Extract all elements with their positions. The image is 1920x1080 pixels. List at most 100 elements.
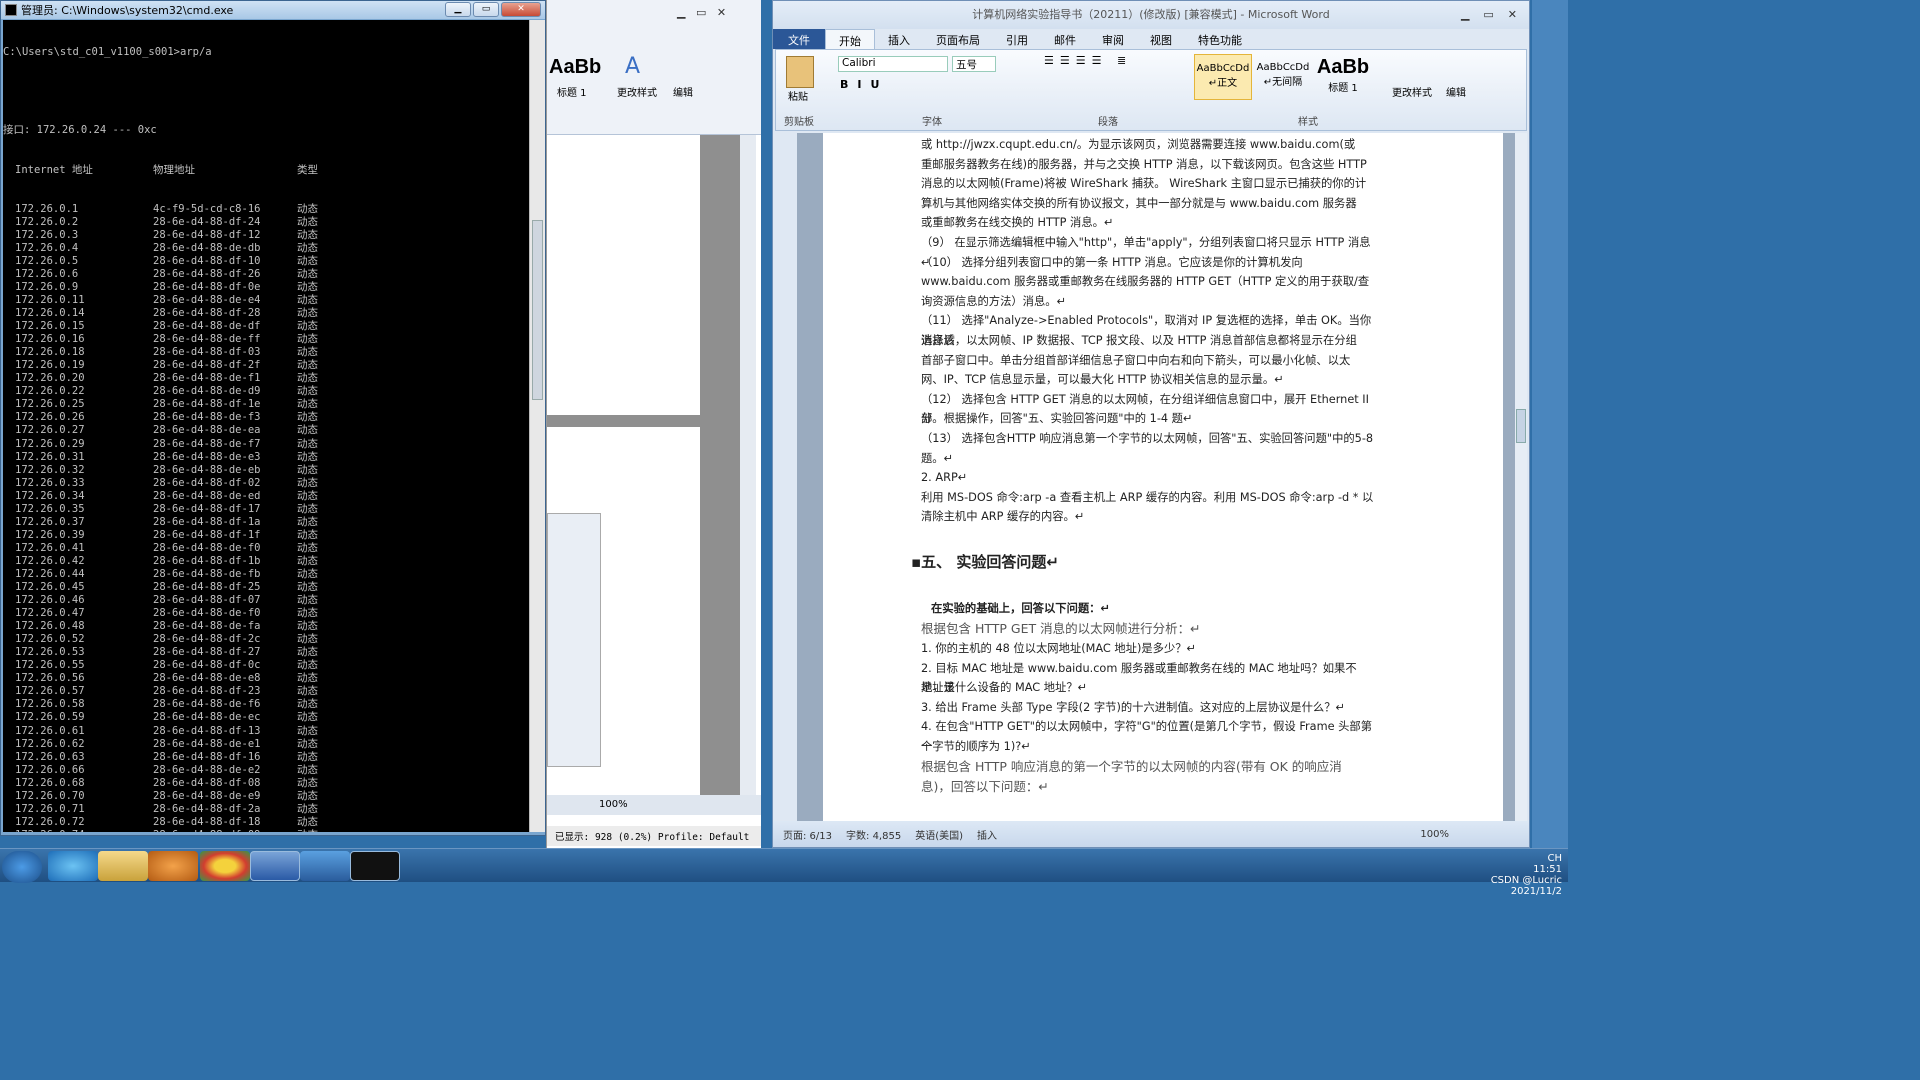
- tab-references[interactable]: 引用: [993, 29, 1041, 49]
- tab-home[interactable]: 开始: [825, 29, 875, 49]
- paste-icon[interactable]: [786, 56, 814, 88]
- tab-review[interactable]: 审阅: [1089, 29, 1137, 49]
- minimize-button[interactable]: ▁: [445, 2, 471, 17]
- document-page[interactable]: 或 http://jwzx.cqupt.edu.cn/。为显示该网页，浏览器需要…: [823, 133, 1503, 823]
- font-name-select[interactable]: Calibri: [838, 56, 948, 72]
- arp-row: 172.26.0.39 28-6e-d4-88-df-1f 动态: [15, 528, 318, 541]
- cmd-prompt: C:\Users\std_c01_v1100_s001>arp/a: [3, 46, 212, 59]
- close-button[interactable]: ✕: [501, 2, 541, 17]
- maximize-button[interactable]: ▭: [473, 2, 499, 17]
- arp-row: 172.26.0.5 28-6e-d4-88-df-10 动态: [15, 254, 318, 267]
- explorer-icon[interactable]: [98, 851, 148, 881]
- zoom-level[interactable]: 100%: [1420, 829, 1449, 840]
- arp-row: 172.26.0.62 28-6e-d4-88-de-e1 动态: [15, 737, 318, 750]
- window-controls[interactable]: ▁ ▭ ✕: [1461, 1, 1517, 29]
- doc-line: 2. ARP↵: [921, 471, 968, 485]
- arp-row: 172.26.0.19 28-6e-d4-88-df-2f 动态: [15, 359, 318, 372]
- chrome-icon[interactable]: [200, 851, 250, 881]
- style-name: 标题 1: [557, 88, 587, 99]
- tab-view[interactable]: 视图: [1137, 29, 1185, 49]
- tab-file[interactable]: 文件: [773, 29, 825, 49]
- arp-row: 172.26.0.63 28-6e-d4-88-df-16 动态: [15, 750, 318, 763]
- format-buttons[interactable]: BIU: [840, 78, 888, 91]
- clock-time[interactable]: 11:51: [1491, 864, 1562, 875]
- cmd-window[interactable]: 管理员: C:\Windows\system32\cmd.exe ▁ ▭ ✕ C:\…: [0, 0, 546, 836]
- doc-line: 清除主机中 ARP 缓存的内容。↵: [921, 510, 1085, 524]
- doc-line: 利用 MS-DOS 命令:arp -a 查看主机上 ARP 缓存的内容。利用 M…: [921, 490, 1374, 504]
- insert-mode[interactable]: 插入: [977, 827, 997, 842]
- system-tray: CH 11:51 CSDN @Lucric 2021/11/2: [1491, 853, 1562, 897]
- arp-row: 172.26.0.59 28-6e-d4-88-de-ec 动态: [15, 711, 318, 724]
- style-no-spacing[interactable]: AaBbCcDd ↵无间隔: [1254, 54, 1312, 100]
- change-styles-label[interactable]: 更改样式: [617, 84, 657, 99]
- paste-label[interactable]: 粘贴: [788, 88, 808, 103]
- arp-row: 172.26.0.27 28-6e-d4-88-de-ea 动态: [15, 424, 318, 437]
- edit-label[interactable]: 编辑: [673, 84, 693, 99]
- question-line: 3. 给出 Frame 头部 Type 字段(2 字节)的十六进制值。这对应的上…: [921, 700, 1345, 714]
- change-styles-icon[interactable]: A: [625, 54, 640, 79]
- ie-icon[interactable]: [48, 851, 98, 881]
- start-button[interactable]: [2, 851, 42, 883]
- arp-row: 172.26.0.33 28-6e-d4-88-df-02 动态: [15, 476, 318, 489]
- word-window[interactable]: 计算机网络实验指导书（20211）(修改版) [兼容模式] - Microsof…: [772, 0, 1530, 848]
- cmd-taskbar-icon[interactable]: [350, 851, 400, 881]
- arp-row: 172.26.0.11 28-6e-d4-88-de-e4 动态: [15, 293, 318, 306]
- arp-row: 172.26.0.46 28-6e-d4-88-df-07 动态: [15, 594, 318, 607]
- arp-row: 172.26.0.41 28-6e-d4-88-de-f0 动态: [15, 541, 318, 554]
- page-count[interactable]: 页面: 6/13: [783, 827, 832, 842]
- doc-line: 询资源信息的方法）消息。↵: [921, 294, 1067, 308]
- change-styles-button[interactable]: 更改样式: [1392, 84, 1432, 99]
- edit-button[interactable]: 编辑: [1446, 84, 1466, 99]
- word-count[interactable]: 字数: 4,855: [846, 827, 901, 842]
- language[interactable]: 英语(美国): [915, 827, 963, 842]
- arp-row: 172.26.0.71 28-6e-d4-88-df-2a 动态: [15, 802, 318, 815]
- arp-row: 172.26.0.48 28-6e-d4-88-de-fa 动态: [15, 620, 318, 633]
- arp-row: 172.26.0.29 28-6e-d4-88-de-f7 动态: [15, 437, 318, 450]
- scroll-thumb[interactable]: [1516, 409, 1526, 443]
- scroll-thumb[interactable]: [532, 220, 543, 400]
- wireshark-icon[interactable]: [300, 851, 350, 881]
- word-titlebar[interactable]: 计算机网络实验指导书（20211）(修改版) [兼容模式] - Microsof…: [773, 1, 1529, 29]
- arp-row: 172.26.0.45 28-6e-d4-88-df-25 动态: [15, 581, 318, 594]
- doc-line: 算机与其他网络实体交换的所有协议报文，其中一部分就是与 www.baidu.co…: [921, 196, 1357, 210]
- group-paragraph: 段落: [1098, 117, 1118, 128]
- style-normal[interactable]: AaBbCcDd ↵正文: [1194, 54, 1252, 100]
- cmd-output[interactable]: C:\Users\std_c01_v1100_s001>arp/a 接口: 17…: [3, 20, 529, 832]
- mid-document: [547, 135, 747, 817]
- arp-row: 172.26.0.52 28-6e-d4-88-df-2c 动态: [15, 633, 318, 646]
- tab-mailings[interactable]: 邮件: [1041, 29, 1089, 49]
- cmd-titlebar[interactable]: 管理员: C:\Windows\system32\cmd.exe ▁ ▭ ✕: [1, 1, 545, 19]
- group-styles: 样式: [1298, 117, 1318, 128]
- arp-row: 172.26.0.42 28-6e-d4-88-df-1b 动态: [15, 554, 318, 567]
- document-area[interactable]: 或 http://jwzx.cqupt.edu.cn/。为显示该网页，浏览器需要…: [797, 133, 1519, 823]
- arp-row: 172.26.0.25 28-6e-d4-88-df-1e 动态: [15, 398, 318, 411]
- mid-zoom[interactable]: 100%: [547, 795, 761, 815]
- arp-row: 172.26.0.32 28-6e-d4-88-de-eb 动态: [15, 463, 318, 476]
- cmd-scrollbar[interactable]: [529, 20, 545, 832]
- arp-row: 172.26.0.3 28-6e-d4-88-df-12 动态: [15, 228, 318, 241]
- arp-row: 172.26.0.4 28-6e-d4-88-de-db 动态: [15, 241, 318, 254]
- style-preview[interactable]: AaBb: [549, 56, 601, 79]
- arp-row: 172.26.0.68 28-6e-d4-88-df-08 动态: [15, 776, 318, 789]
- arp-row: 172.26.0.56 28-6e-d4-88-de-e8 动态: [15, 672, 318, 685]
- background-window[interactable]: ▁ ▭ ✕ AaBb 标题 1 A 更改样式 编辑 100% 已显示: 928 …: [546, 0, 761, 848]
- word-scrollbar[interactable]: [1515, 133, 1527, 823]
- tab-insert[interactable]: 插入: [875, 29, 923, 49]
- font-size-select[interactable]: 五号: [952, 56, 996, 72]
- wireshark-status: 已显示: 928 (0.2%) Profile: Default: [547, 826, 761, 846]
- word-icon[interactable]: [250, 851, 300, 881]
- taskbar: CH 11:51 CSDN @Lucric 2021/11/2: [0, 848, 1568, 897]
- question-head-2a: 根据包含 HTTP 响应消息的第一个字节的以太网帧的内容(带有 OK 的响应消: [921, 759, 1342, 774]
- ribbon-tabs[interactable]: 文件 开始 插入 页面布局 引用 邮件 审阅 视图 特色功能: [773, 29, 1529, 49]
- media-player-icon[interactable]: [148, 851, 198, 881]
- clock-date[interactable]: 2021/11/2: [1491, 886, 1562, 897]
- arp-header: Internet 地址 物理地址 类型: [15, 163, 318, 176]
- paragraph-buttons[interactable]: ☰☰☰☰ ≣: [1044, 54, 1184, 96]
- question-head-2b: 息)，回答以下问题：↵: [921, 779, 1049, 794]
- doc-line: 重邮服务器教务在线)的服务器，并与之交换 HTTP 消息，以下载该网页。包含这些…: [921, 157, 1367, 171]
- tray-lang[interactable]: CH: [1491, 853, 1562, 864]
- tab-features[interactable]: 特色功能: [1185, 29, 1255, 49]
- style-heading-1[interactable]: AaBb 标题 1: [1314, 54, 1372, 100]
- tab-layout[interactable]: 页面布局: [923, 29, 993, 49]
- mid-scrollbar[interactable]: [740, 135, 756, 795]
